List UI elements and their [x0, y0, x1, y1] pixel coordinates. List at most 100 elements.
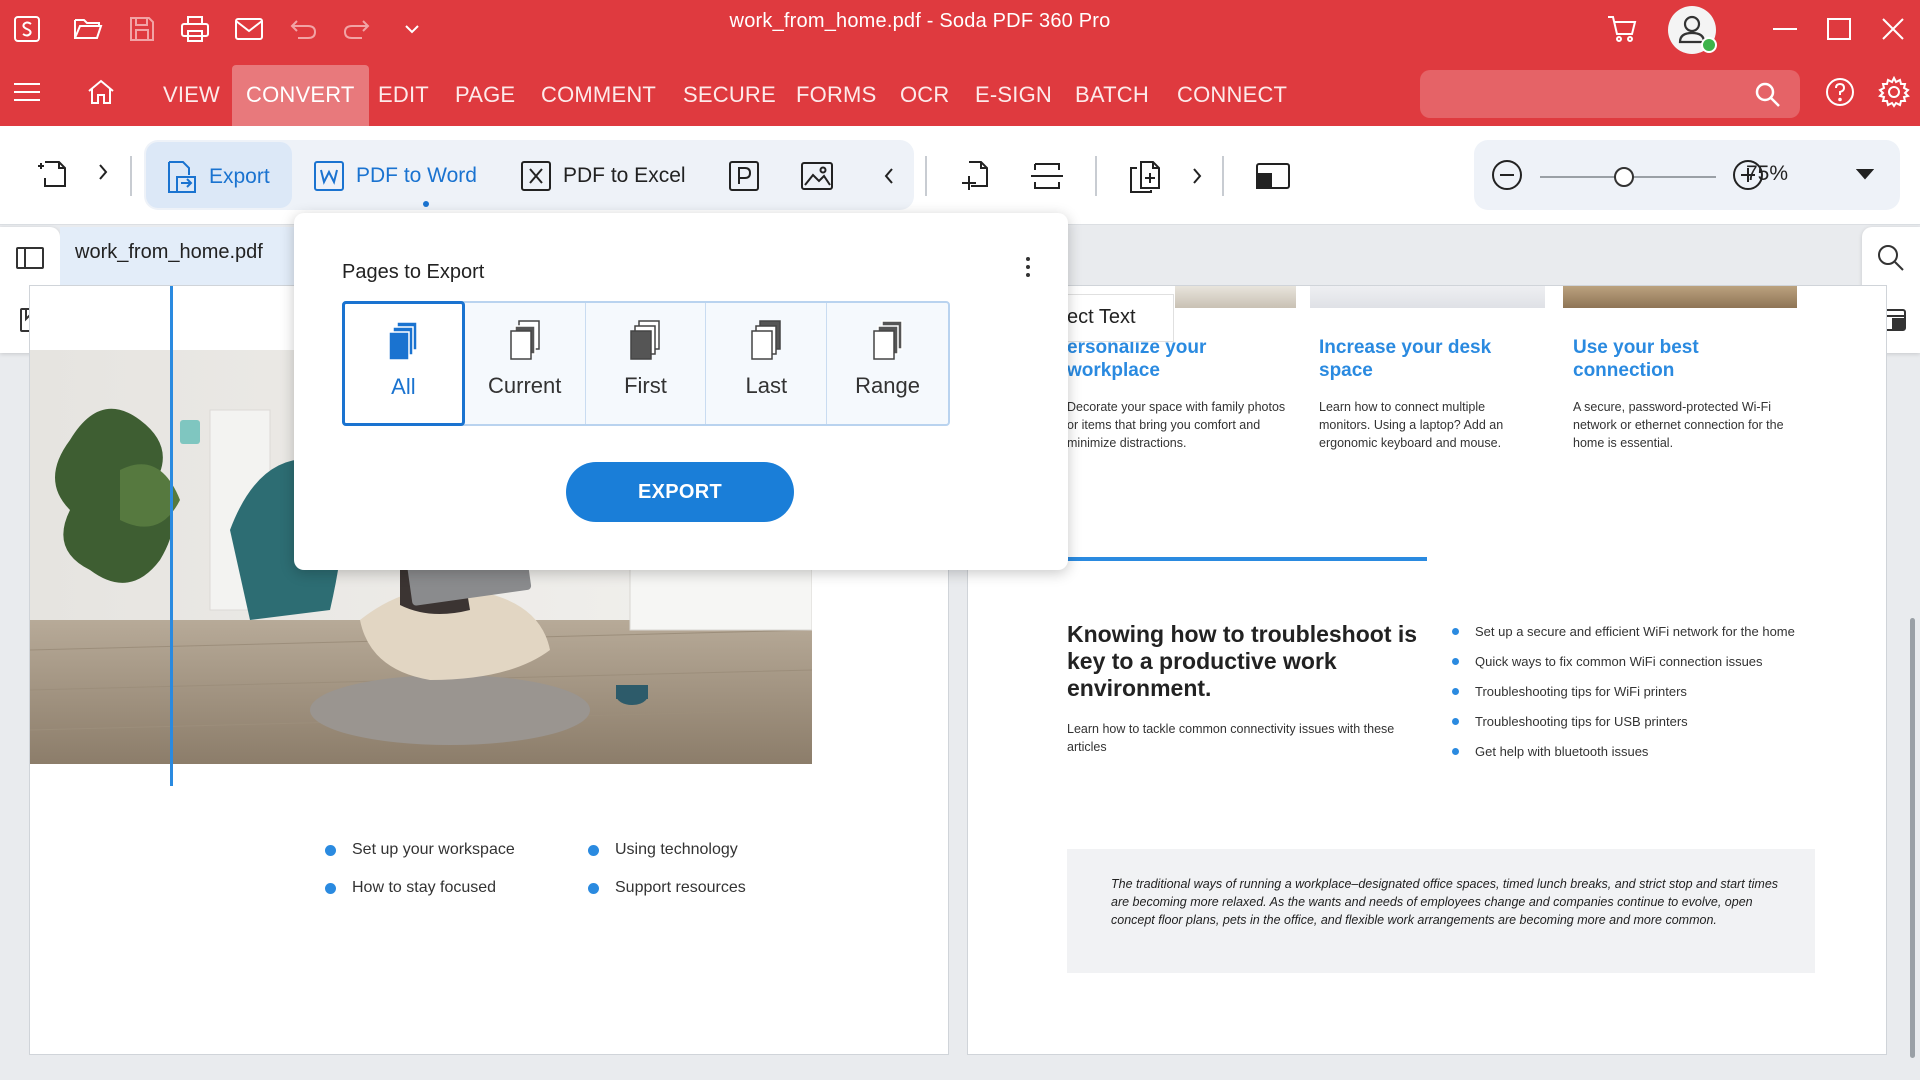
- chevron-down-icon[interactable]: [395, 12, 429, 46]
- menu-e-sign[interactable]: E-SIGN: [975, 57, 1052, 126]
- export-button-primary[interactable]: EXPORT: [566, 462, 794, 522]
- first-page-icon: [630, 320, 661, 360]
- minimize-icon[interactable]: [1768, 12, 1802, 46]
- bullet-dot: [1452, 658, 1459, 665]
- bullet-text: Troubleshooting tips for USB printers: [1475, 714, 1688, 729]
- column-image: [1175, 286, 1296, 308]
- open-folder-icon[interactable]: [71, 12, 105, 46]
- save-icon[interactable]: [125, 12, 159, 46]
- print-icon[interactable]: [178, 12, 212, 46]
- hamburger-menu-icon[interactable]: [10, 75, 44, 109]
- document-tab[interactable]: work_from_home.pdf: [60, 227, 300, 285]
- zoom-control: [1474, 140, 1900, 210]
- bullet-dot: [588, 844, 599, 856]
- merge-icon: [1130, 161, 1160, 193]
- column-image: [1310, 286, 1545, 308]
- toolbar-divider: [925, 156, 927, 196]
- chevron-right-icon[interactable]: [96, 162, 110, 182]
- maximize-icon[interactable]: [1822, 12, 1856, 46]
- redo-icon[interactable]: [340, 12, 374, 46]
- home-icon[interactable]: [84, 75, 118, 109]
- bullet-item: Troubleshooting tips for USB printers: [1452, 714, 1688, 729]
- document-page-right: ersonalize your workplace Decorate your …: [967, 285, 1887, 1055]
- close-icon[interactable]: [1876, 12, 1910, 46]
- bullet-text: Support resources: [615, 879, 746, 896]
- menu-forms[interactable]: FORMS: [796, 57, 876, 126]
- image-icon: [801, 162, 833, 190]
- insert-page-button[interactable]: [957, 158, 993, 194]
- option-current[interactable]: Current: [465, 303, 586, 424]
- insert-page-icon: [962, 161, 988, 190]
- chevron-right-icon[interactable]: [1190, 166, 1204, 186]
- option-all[interactable]: All: [342, 301, 465, 426]
- more-options-icon[interactable]: [1016, 249, 1040, 285]
- range-pages-icon: [872, 320, 903, 360]
- bullet-item: Quick ways to fix common WiFi connection…: [1452, 654, 1763, 669]
- email-icon[interactable]: [232, 12, 266, 46]
- page-layout-button[interactable]: [1253, 158, 1293, 194]
- pdf-to-excel-button[interactable]: PDF to Excel: [519, 159, 686, 193]
- create-from-file-icon[interactable]: [35, 156, 69, 190]
- menu-bar: VIEW CONVERT EDIT PAGE COMMENT SECURE FO…: [0, 57, 1920, 126]
- cursor-line: [170, 286, 173, 786]
- option-last[interactable]: Last: [706, 303, 828, 424]
- zoom-out-button[interactable]: [1490, 158, 1524, 192]
- active-indicator-dot: [423, 201, 429, 207]
- pdf-to-powerpoint-button[interactable]: [727, 159, 761, 193]
- toolbar-divider: [1095, 156, 1097, 196]
- cart-icon[interactable]: [1605, 12, 1639, 46]
- undo-icon[interactable]: [286, 12, 320, 46]
- pdf-to-image-button[interactable]: [799, 159, 835, 193]
- bullet-dot: [1452, 718, 1459, 725]
- menu-page[interactable]: PAGE: [455, 57, 515, 126]
- bullet-text: Using technology: [615, 841, 738, 858]
- bullet-text: Set up a secure and efficient WiFi netwo…: [1475, 624, 1795, 639]
- menu-batch[interactable]: BATCH: [1075, 57, 1149, 126]
- chevron-left-icon[interactable]: [882, 166, 896, 186]
- menu-convert[interactable]: CONVERT: [232, 65, 369, 126]
- pdf-to-excel-label: PDF to Excel: [563, 164, 686, 187]
- bullet-dot: [1452, 628, 1459, 635]
- search-input[interactable]: [1420, 70, 1800, 118]
- column-image: [1563, 286, 1797, 308]
- menu-ocr[interactable]: OCR: [900, 57, 950, 126]
- menu-view[interactable]: VIEW: [163, 57, 220, 126]
- settings-gear-icon[interactable]: [1877, 75, 1911, 109]
- menu-connect[interactable]: CONNECT: [1177, 57, 1287, 126]
- bullet-dot: [1452, 748, 1459, 755]
- pdf-to-word-button[interactable]: PDF to Word: [312, 159, 477, 193]
- section-divider: [1067, 557, 1427, 561]
- option-label: Current: [488, 373, 562, 398]
- avatar[interactable]: [1668, 6, 1717, 54]
- vertical-scrollbar[interactable]: [1910, 618, 1915, 1058]
- bullet-dot: [1452, 688, 1459, 695]
- search-icon: [1755, 82, 1780, 107]
- option-label: All: [391, 374, 416, 399]
- current-page-icon: [509, 320, 540, 360]
- search-document-icon[interactable]: [1874, 241, 1908, 275]
- help-icon[interactable]: [1823, 75, 1857, 109]
- export-button[interactable]: Export: [163, 159, 270, 195]
- bullet-text: Quick ways to fix common WiFi connection…: [1475, 654, 1763, 669]
- app-logo-icon[interactable]: [10, 12, 44, 46]
- column-text: Decorate your space with family photos o…: [1067, 400, 1286, 450]
- zoom-value[interactable]: 75%: [1746, 162, 1788, 186]
- bullet-item: How to stay focused: [325, 879, 496, 897]
- select-text-tooltip[interactable]: ect Text: [1062, 294, 1174, 342]
- split-button[interactable]: [1029, 158, 1065, 194]
- panel-toggle-icon[interactable]: [13, 241, 47, 275]
- merge-button[interactable]: [1127, 158, 1163, 194]
- bullet-item: Using technology: [588, 841, 738, 859]
- option-range[interactable]: Range: [827, 303, 948, 424]
- zoom-dropdown-icon[interactable]: [1856, 168, 1874, 180]
- export-popup: Pages to Export All Current First Last R…: [294, 213, 1068, 570]
- bullet-dot: [325, 844, 336, 856]
- zoom-slider-handle[interactable]: [1614, 167, 1634, 187]
- menu-secure[interactable]: SECURE: [683, 57, 776, 126]
- option-first[interactable]: First: [586, 303, 707, 424]
- option-label: First: [624, 373, 667, 398]
- menu-comment[interactable]: COMMENT: [541, 57, 656, 126]
- toolbar-divider: [130, 156, 132, 196]
- last-page-icon: [751, 320, 782, 360]
- menu-edit[interactable]: EDIT: [378, 57, 429, 126]
